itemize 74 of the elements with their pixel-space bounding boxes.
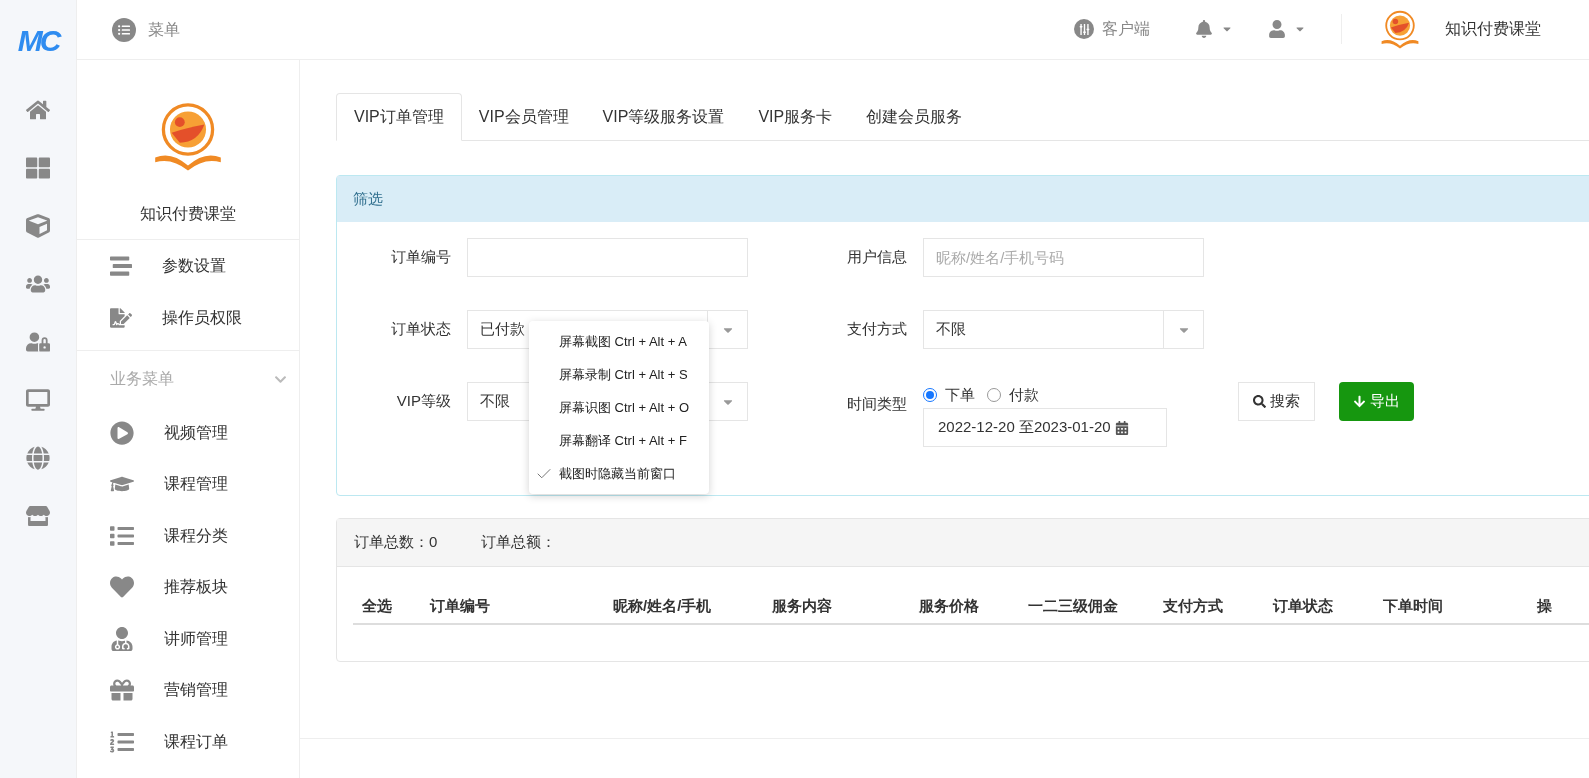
- client-link[interactable]: 客户端: [1074, 17, 1150, 42]
- panel-heading: 筛选: [337, 176, 1589, 222]
- user-icon: [1268, 20, 1286, 39]
- brand-name: 知识付费课堂: [1445, 19, 1541, 40]
- heart-icon: [110, 575, 134, 600]
- user-lock-icon[interactable]: [26, 330, 50, 354]
- column-header: 操: [1536, 595, 1553, 616]
- sidebar-item[interactable]: 推荐板块: [77, 561, 299, 613]
- search-icon: [1253, 395, 1266, 408]
- export-button[interactable]: 导出: [1339, 382, 1414, 421]
- list-icon: [110, 255, 132, 277]
- document-pen-icon: [110, 307, 132, 329]
- order-amount-label: 订单总额：: [481, 532, 557, 553]
- select-field[interactable]: 不限: [923, 310, 1204, 349]
- column-header: 订单状态: [1271, 595, 1334, 616]
- home-icon[interactable]: [26, 98, 50, 122]
- sidebar-item[interactable]: 视频管理: [77, 407, 299, 459]
- gift-icon: [110, 678, 134, 703]
- column-header: 服务内容: [771, 595, 833, 616]
- menu-item[interactable]: 屏幕翻译 Ctrl + Alt + F: [529, 424, 709, 457]
- column-header: 支付方式: [1162, 595, 1224, 616]
- sidebar-item[interactable]: 课程订单: [77, 716, 299, 768]
- tab[interactable]: VIP会员管理: [461, 93, 586, 141]
- tab[interactable]: 创建会员服务: [849, 93, 980, 141]
- numbered-list-icon: [110, 729, 134, 754]
- search-button[interactable]: 搜索: [1238, 382, 1315, 421]
- field-label: VIP等级: [395, 391, 452, 412]
- column-header: 一二三级佣金: [1027, 595, 1119, 616]
- list-icon: [110, 523, 134, 548]
- sidebar-item[interactable]: 参数设置: [77, 240, 299, 292]
- sliders-icon: [1074, 19, 1094, 40]
- field-label: 支付方式: [846, 319, 908, 340]
- sidebar-item[interactable]: 营销管理: [77, 664, 299, 716]
- field-label: 订单编号: [390, 247, 452, 268]
- calendar-icon: [1114, 420, 1129, 435]
- column-header: 下单时间: [1382, 595, 1444, 616]
- column-header: 全选: [361, 595, 393, 616]
- menu-item[interactable]: 屏幕识图 Ctrl + Alt + O: [529, 391, 709, 424]
- menu-item[interactable]: 屏幕截图 Ctrl + Alt + A: [529, 325, 709, 358]
- sidebar-brand: 知识付费课堂: [140, 203, 236, 224]
- sidebar-item[interactable]: 课程分类: [77, 510, 299, 562]
- cube-icon[interactable]: [26, 214, 50, 238]
- play-icon: [110, 420, 134, 445]
- text-field[interactable]: [467, 238, 748, 277]
- notifications-button[interactable]: [1195, 20, 1233, 39]
- grid-icon[interactable]: [26, 156, 50, 180]
- date-range-field[interactable]: 2022-12-20 至2023-01-20: [923, 408, 1167, 447]
- text-field[interactable]: 昵称/姓名/手机号码: [923, 238, 1204, 277]
- user-button[interactable]: [1268, 20, 1306, 39]
- globe-icon[interactable]: [26, 446, 50, 470]
- sidebar-item[interactable]: 操作员权限: [77, 292, 299, 344]
- column-header: 订单编号: [428, 595, 491, 616]
- field-label: 时间类型: [846, 394, 908, 414]
- column-header: 昵称/姓名/手机: [612, 595, 713, 616]
- tab[interactable]: VIP等级服务设置: [585, 93, 742, 141]
- menu-label[interactable]: 菜单: [148, 17, 180, 42]
- sidebar-item[interactable]: 课程管理: [77, 458, 299, 510]
- doctor-icon: [110, 626, 134, 651]
- field-label: 订单状态: [390, 319, 452, 340]
- order-count: 订单总数：0: [354, 532, 438, 553]
- radio-option[interactable]: 下单: [923, 383, 975, 407]
- menu-item[interactable]: 屏幕录制 Ctrl + Alt + S: [529, 358, 709, 391]
- radio-option[interactable]: 付款: [987, 383, 1039, 407]
- menu-item[interactable]: 截图时隐藏当前窗口: [529, 457, 709, 490]
- field-label: 用户信息: [846, 247, 908, 268]
- tab[interactable]: VIP服务卡: [741, 93, 850, 141]
- store-icon[interactable]: [26, 504, 50, 528]
- tab[interactable]: VIP订单管理: [336, 93, 462, 141]
- column-header: 服务价格: [918, 595, 980, 616]
- menu-icon[interactable]: [112, 17, 136, 42]
- bell-icon: [1195, 20, 1213, 39]
- monitor-icon[interactable]: [26, 388, 50, 412]
- sidebar-item[interactable]: 讲师管理: [77, 613, 299, 665]
- arrow-down-icon: [1353, 395, 1366, 408]
